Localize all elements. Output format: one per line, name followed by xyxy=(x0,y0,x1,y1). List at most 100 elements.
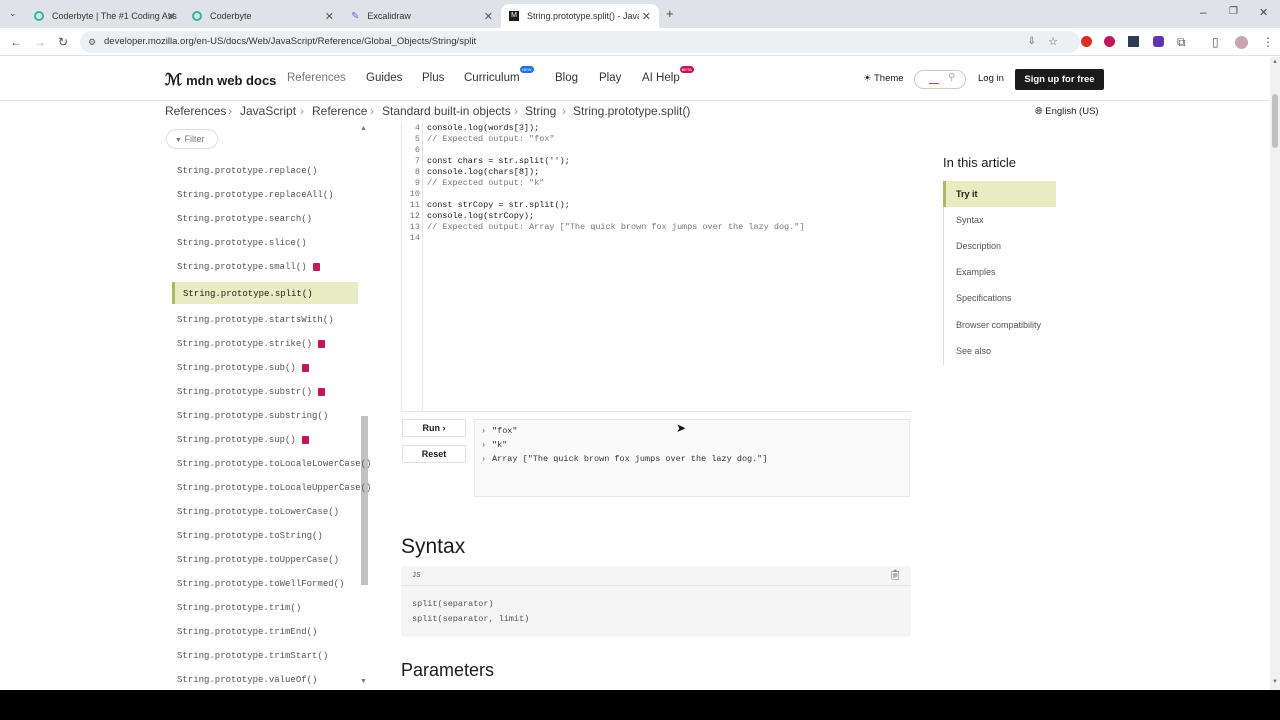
restore-icon[interactable]: ❐ xyxy=(1229,6,1238,17)
toc-item[interactable]: Description xyxy=(956,241,1001,251)
toc-item[interactable]: Browser compatibility xyxy=(956,320,1041,330)
page-scrollbar-thumb[interactable] xyxy=(1272,94,1278,148)
sun-icon: ☀ xyxy=(863,73,872,84)
globe-icon: 🌐︎ xyxy=(1035,106,1043,117)
tab-search-icon[interactable]: ⌄ xyxy=(9,8,17,19)
sidebar-item[interactable]: String.prototype.replace() xyxy=(177,166,317,176)
sidebar-item-label: String.prototype.split() xyxy=(183,289,313,299)
reload-icon[interactable]: ↻ xyxy=(58,35,68,49)
nav-ai-help[interactable]: AI Help BETA xyxy=(642,66,694,84)
sidebar-item[interactable]: String.prototype.toLocaleLowerCase() xyxy=(177,459,371,469)
forward-icon[interactable]: → xyxy=(34,35,46,49)
breadcrumb-reference[interactable]: Reference xyxy=(312,104,367,118)
sidebar-scroll-up-icon[interactable]: ▲ xyxy=(360,125,367,132)
coderbyte-icon xyxy=(34,11,44,21)
sidebar-scrollbar-thumb[interactable] xyxy=(361,416,368,585)
copy-clipboard-icon[interactable]: 📋︎ xyxy=(889,570,902,581)
breadcrumb-builtins[interactable]: Standard built-in objects xyxy=(382,104,511,118)
close-window-icon[interactable]: ✕ xyxy=(1259,6,1268,19)
browser-menu-icon[interactable]: ⋮ xyxy=(1262,35,1274,49)
extension-icon[interactable] xyxy=(1104,36,1115,47)
nav-blog[interactable]: Blog xyxy=(555,72,578,84)
reset-button[interactable]: Reset xyxy=(402,445,466,463)
sidebar-item[interactable]: String.prototype.strike() xyxy=(177,339,326,349)
sidebar-item[interactable]: String.prototype.toUpperCase() xyxy=(177,555,339,565)
extension-icon[interactable] xyxy=(1128,36,1139,47)
sidebar-item[interactable]: String.prototype.trimStart() xyxy=(177,651,328,661)
breadcrumb-string[interactable]: String xyxy=(525,104,556,118)
install-icon[interactable]: ⇩ xyxy=(1028,31,1036,53)
browser-tab-excalidraw[interactable]: ✎ Excalidraw ✕ xyxy=(343,4,501,28)
sidebar-item[interactable]: String.prototype.replaceAll() xyxy=(177,190,334,200)
nav-references[interactable]: References xyxy=(287,72,346,84)
toc-item[interactable]: Specifications xyxy=(956,293,1012,303)
scroll-down-icon[interactable]: ▼ xyxy=(1272,679,1278,685)
browser-tab-coderbyte-2[interactable]: Coderbyte ✕ xyxy=(184,4,342,28)
back-icon[interactable]: ← xyxy=(10,35,22,49)
sidebar-item[interactable]: String.prototype.slice() xyxy=(177,238,307,248)
close-tab-icon[interactable]: ✕ xyxy=(484,10,493,23)
filter-label: Filter xyxy=(184,134,205,144)
sidebar-item[interactable]: String.prototype.toWellFormed() xyxy=(177,579,344,589)
nav-play[interactable]: Play xyxy=(599,72,621,84)
theme-switcher[interactable]: ☀ Theme xyxy=(863,73,904,84)
signup-button[interactable]: Sign up for free xyxy=(1015,69,1104,90)
code-line: // Expected output: Array ["The quick br… xyxy=(427,222,805,232)
minimize-icon[interactable]: – xyxy=(1200,5,1207,19)
sidebar-item[interactable]: String.prototype.small() xyxy=(177,262,320,272)
bookmark-star-icon[interactable]: ☆ xyxy=(1048,31,1058,53)
extensions-puzzle-icon[interactable]: ⧉ xyxy=(1177,35,1186,49)
sidebar-item[interactable]: String.prototype.valueOf() xyxy=(177,675,317,685)
side-panel-icon[interactable]: ▯ xyxy=(1212,35,1219,49)
sidebar-item[interactable]: String.prototype.trim() xyxy=(177,603,301,613)
toc-item[interactable]: See also xyxy=(956,346,991,356)
sidebar-item-label: String.prototype.search() xyxy=(177,214,313,224)
nav-curriculum[interactable]: Curriculum NEW xyxy=(464,66,534,84)
nav-guides[interactable]: Guides xyxy=(366,72,402,84)
close-tab-icon[interactable]: ✕ xyxy=(325,10,334,23)
mdn-logo[interactable]: ℳ mdn web docs xyxy=(165,70,276,90)
new-tab-icon[interactable]: + xyxy=(666,6,674,21)
page-scrollbar[interactable]: ▲ ▼ xyxy=(1270,57,1280,690)
address-bar[interactable]: ⚙ developer.mozilla.org/en-US/docs/Web/J… xyxy=(80,31,1080,53)
browser-tab-mdn[interactable]: M String.prototype.split() - JavaSc ✕ xyxy=(501,4,659,28)
profile-avatar[interactable] xyxy=(1235,36,1248,49)
sidebar-item[interactable]: String.prototype.toLocaleUpperCase() xyxy=(177,483,371,493)
sidebar-filter[interactable]: ▼ Filter xyxy=(166,129,218,149)
sidebar-item[interactable]: String.prototype.sub() xyxy=(177,363,309,373)
run-button[interactable]: Run › xyxy=(402,419,466,437)
sidebar-item[interactable]: String.prototype.split() xyxy=(183,289,313,299)
scroll-up-icon[interactable]: ▲ xyxy=(1272,59,1278,65)
breadcrumb-javascript[interactable]: JavaScript xyxy=(240,104,296,118)
sidebar-item-label: String.prototype.sub() xyxy=(177,363,296,373)
sidebar-item[interactable]: String.prototype.trimEnd() xyxy=(177,627,317,637)
sidebar-item[interactable]: String.prototype.substring() xyxy=(177,411,328,421)
extension-icon[interactable] xyxy=(1153,36,1164,47)
breadcrumb-separator: › xyxy=(562,104,566,118)
sidebar-item-label: String.prototype.toString() xyxy=(177,531,323,541)
sidebar-item-label: String.prototype.small() xyxy=(177,262,307,272)
sidebar-item[interactable]: String.prototype.sup() xyxy=(177,435,309,445)
sidebar-item[interactable]: String.prototype.search() xyxy=(177,214,312,224)
toc-item[interactable]: Try it xyxy=(956,189,978,199)
site-info-icon[interactable]: ⚙ xyxy=(88,31,96,53)
nav-plus[interactable]: Plus xyxy=(422,72,444,84)
sidebar-item[interactable]: String.prototype.startsWith() xyxy=(177,315,334,325)
close-tab-icon[interactable]: ✕ xyxy=(167,10,176,23)
sidebar-item[interactable]: String.prototype.toLowerCase() xyxy=(177,507,339,517)
login-link[interactable]: Log in xyxy=(978,73,1004,84)
language-switcher[interactable]: 🌐︎ English (US) xyxy=(1035,106,1099,117)
sidebar-item[interactable]: String.prototype.toString() xyxy=(177,531,323,541)
toc-item[interactable]: Examples xyxy=(956,267,996,277)
sidebar-item-label: String.prototype.slice() xyxy=(177,238,307,248)
sidebar-item[interactable]: String.prototype.substr() xyxy=(177,387,326,397)
breadcrumb-separator: › xyxy=(370,104,374,118)
close-tab-icon[interactable]: ✕ xyxy=(642,10,651,23)
breadcrumb-references[interactable]: References xyxy=(165,104,226,118)
search-input[interactable]: ⚲ xyxy=(914,70,966,89)
browser-tab-coderbyte-1[interactable]: Coderbyte | The #1 Coding Ass ✕ xyxy=(26,4,184,28)
extension-icon[interactable] xyxy=(1081,36,1092,47)
toc-item[interactable]: Syntax xyxy=(956,215,984,225)
sidebar-scroll-down-icon[interactable]: ▼ xyxy=(360,678,367,685)
line-number: 6 xyxy=(414,145,420,155)
